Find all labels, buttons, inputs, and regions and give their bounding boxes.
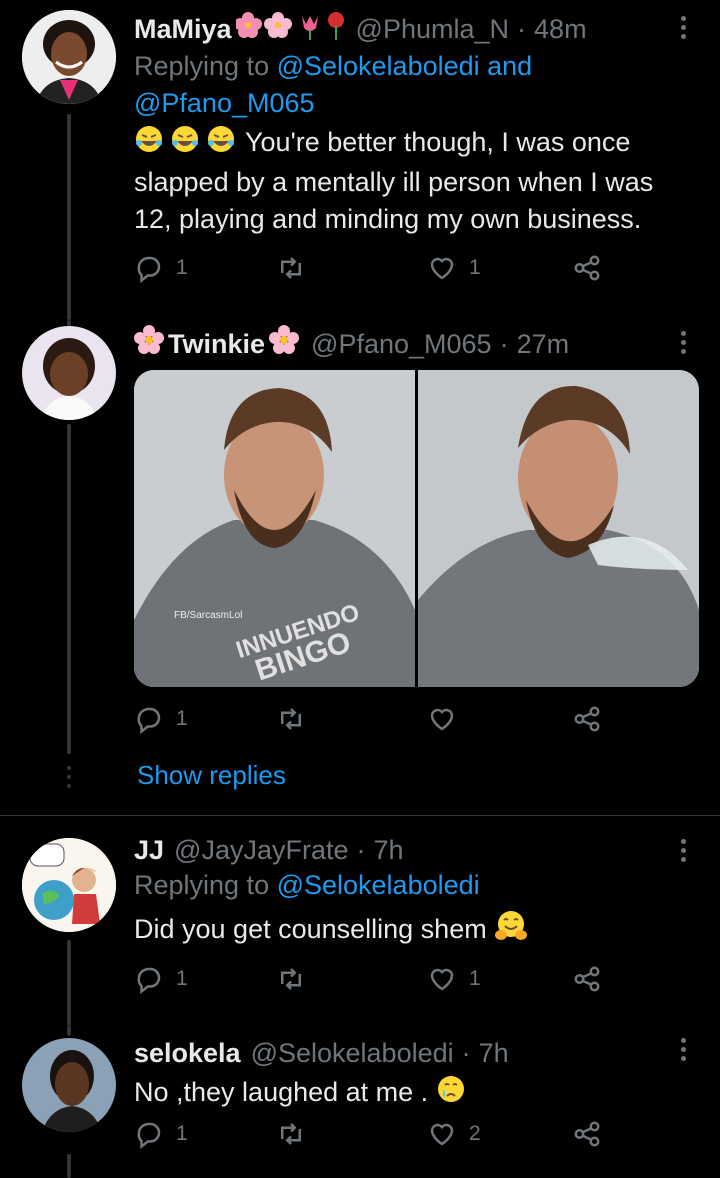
share-button[interactable] [572, 1119, 602, 1149]
share-icon [574, 1121, 600, 1147]
reply-button[interactable]: 1 [134, 964, 188, 994]
retweet-button[interactable] [276, 1119, 318, 1149]
like-button[interactable]: 1 [427, 964, 481, 994]
tweet-text: No ,they laughed at me . [134, 1074, 698, 1114]
like-icon [430, 257, 454, 280]
share-icon [574, 706, 600, 732]
share-icon [574, 255, 600, 281]
tweet-header: MaMiya @Phumla_N · 48m [134, 10, 698, 48]
like-icon [430, 968, 454, 991]
retweet-icon [281, 708, 301, 730]
like-count: 1 [469, 256, 481, 279]
show-replies-link[interactable]: Show replies [137, 760, 286, 791]
mention-link[interactable]: @Pfano_M065 [134, 88, 315, 118]
share-button[interactable] [572, 964, 602, 994]
avatar-mamiya[interactable] [22, 10, 116, 104]
reply-count: 1 [176, 967, 188, 990]
tweet-selokela[interactable]: selokela @Selokelaboledi · 7h No ,they l… [0, 1026, 720, 1178]
retweet-icon [281, 1123, 301, 1145]
media-image-left[interactable]: FB/SarcasmLol INNUENDO BINGO [134, 370, 415, 687]
timestamp[interactable]: 7h [479, 1036, 509, 1070]
avatar-jj[interactable] [22, 838, 116, 932]
timestamp[interactable]: 7h [374, 833, 404, 867]
reply-count: 1 [176, 707, 188, 730]
thread-line [67, 114, 71, 320]
replying-to-2: @Pfano_M065 [134, 85, 698, 122]
retweet-icon [281, 257, 301, 279]
display-name[interactable]: Twinkie [168, 327, 265, 361]
tweet-media[interactable]: FB/SarcasmLol INNUENDO BINGO [134, 370, 699, 687]
reply-button[interactable]: 1 [134, 253, 188, 283]
avatar-twinkie[interactable] [22, 326, 116, 420]
more-icon[interactable] [668, 325, 698, 359]
thread-line-top [67, 1026, 71, 1036]
more-icon[interactable] [668, 833, 698, 867]
laughing-emoji-icon [134, 124, 238, 164]
tweet-header: JJ @JayJayFrate · 7h [134, 833, 404, 867]
media-image-right[interactable] [418, 370, 699, 687]
reply-button[interactable]: 1 [134, 1119, 188, 1149]
mention-link[interactable]: @Selokelaboledi [277, 870, 480, 900]
thread-dots [67, 766, 71, 788]
more-icon[interactable] [668, 1032, 698, 1066]
like-icon [430, 1123, 454, 1146]
like-count: 2 [469, 1122, 481, 1145]
share-button[interactable] [572, 704, 602, 734]
like-button[interactable] [427, 704, 469, 734]
like-count: 1 [469, 967, 481, 990]
display-name[interactable]: JJ [134, 833, 164, 867]
tweet-jj[interactable]: JJ @JayJayFrate · 7h Replying to @Seloke… [0, 816, 720, 1026]
thread-line [67, 940, 71, 1026]
reply-icon [137, 256, 161, 283]
reply-button[interactable]: 1 [134, 704, 188, 734]
replying-to: Replying to @Selokelaboledi and [134, 51, 533, 81]
flower-emoji-icon [269, 325, 300, 363]
display-name[interactable]: selokela [134, 1036, 241, 1070]
reply-icon [137, 967, 161, 994]
flower-emoji-icon [134, 325, 164, 363]
like-button[interactable]: 1 [427, 253, 481, 283]
tweet-text: You're better though, I was once slapped… [134, 124, 698, 238]
timestamp[interactable]: 27m [517, 327, 570, 361]
thread-line-bottom [67, 1154, 71, 1178]
reply-icon [137, 707, 161, 734]
thread-line [67, 424, 71, 754]
like-button[interactable]: 2 [427, 1119, 481, 1149]
avatar-selokela[interactable] [22, 1038, 116, 1132]
handle[interactable]: @Pfano_M065 [311, 327, 492, 361]
tweet-text: Did you get counselling shem [134, 910, 698, 952]
tweet-header: Twinkie @Pfano_M065 · 27m [134, 325, 698, 363]
handle[interactable]: @JayJayFrate [174, 833, 348, 867]
hugging-emoji-icon [494, 910, 528, 952]
display-name[interactable]: MaMiya [134, 12, 232, 46]
share-button[interactable] [572, 253, 602, 283]
like-icon [430, 708, 454, 731]
mention-link[interactable]: @Selokelaboledi [277, 51, 480, 81]
retweet-button[interactable] [276, 964, 318, 994]
more-icon[interactable] [668, 10, 698, 44]
media-watermark: FB/SarcasmLol [174, 610, 243, 621]
timestamp[interactable]: 48m [534, 12, 587, 46]
reply-icon [137, 1122, 161, 1149]
tweet-header: selokela @Selokelaboledi · 7h [134, 1036, 509, 1070]
tweet-mamiya[interactable]: MaMiya @Phumla_N · 48m Replying to @Selo… [0, 0, 720, 320]
handle[interactable]: @Phumla_N [356, 12, 509, 46]
retweet-icon [281, 968, 301, 990]
retweet-button[interactable] [276, 253, 318, 283]
flower-emoji-icon [233, 10, 346, 48]
tweet-twinkie[interactable]: Twinkie @Pfano_M065 · 27m FB/SarcasmLol … [0, 320, 720, 815]
handle[interactable]: @Selokelaboledi [251, 1036, 454, 1070]
reply-count: 1 [176, 1122, 188, 1145]
share-icon [574, 966, 600, 992]
crying-emoji-icon [436, 1074, 466, 1114]
retweet-button[interactable] [276, 704, 318, 734]
reply-count: 1 [176, 256, 188, 279]
replying-to: Replying to @Selokelaboledi [134, 870, 480, 900]
